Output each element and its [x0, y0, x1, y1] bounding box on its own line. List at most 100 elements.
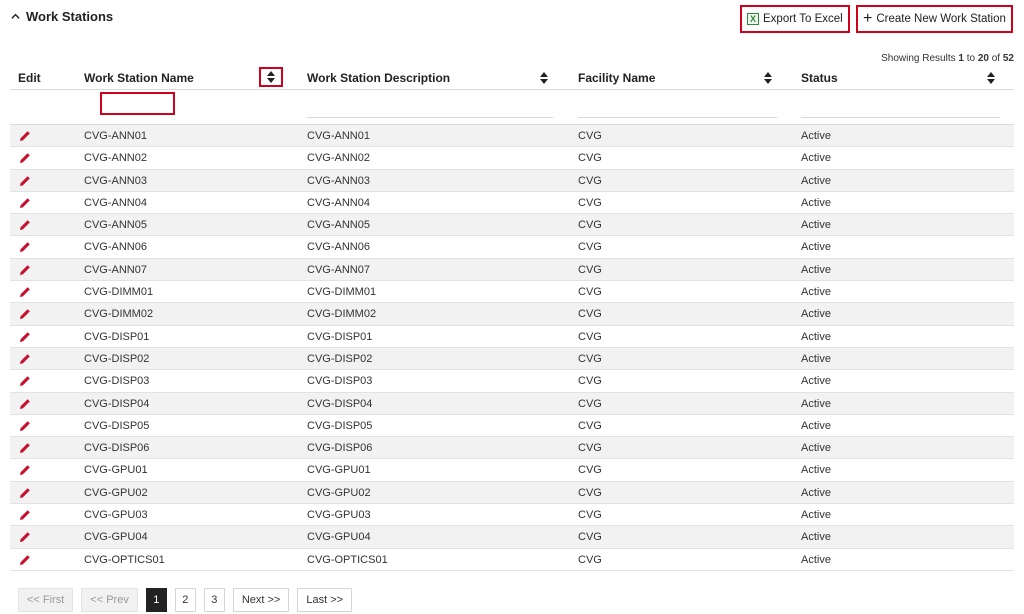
cell-facility: CVG	[578, 553, 602, 566]
column-header-status[interactable]: Status	[801, 71, 838, 85]
table-row: CVG-ANN03 CVG-ANN03 CVG Active	[10, 169, 1014, 192]
cell-facility: CVG	[578, 308, 602, 321]
table-row: CVG-ANN02 CVG-ANN02 CVG Active	[10, 147, 1014, 170]
panel-title: Work Stations	[26, 9, 114, 24]
create-label: Create New Work Station	[876, 13, 1006, 25]
pencil-icon[interactable]	[19, 487, 31, 499]
table-row: CVG-ANN01 CVG-ANN01 CVG Active	[10, 125, 1014, 148]
filter-facility-input[interactable]	[578, 96, 777, 118]
page-1-button[interactable]: 1	[145, 588, 167, 612]
pencil-icon[interactable]	[19, 442, 31, 454]
cell-description: CVG-GPU01	[307, 464, 371, 477]
cell-description: CVG-DISP02	[307, 352, 373, 365]
pencil-icon[interactable]	[19, 219, 31, 231]
cell-name: CVG-DISP06	[84, 442, 150, 455]
cell-name: CVG-ANN01	[84, 130, 147, 142]
pencil-icon[interactable]	[19, 554, 31, 566]
table-row: CVG-DISP04 CVG-DISP04 CVG Active	[10, 392, 1014, 415]
column-header-name[interactable]: Work Station Name	[84, 71, 194, 85]
cell-facility: CVG	[578, 152, 602, 165]
cell-description: CVG-DISP04	[307, 397, 373, 410]
prev-page-button[interactable]: << Prev	[81, 588, 138, 612]
cell-name: CVG-ANN03	[84, 174, 147, 187]
cell-status: Active	[801, 352, 831, 365]
pencil-icon[interactable]	[19, 241, 31, 253]
pencil-icon[interactable]	[19, 152, 31, 164]
results-summary: Showing Results 1 to 20 of 52	[881, 53, 1014, 64]
sort-facility-button[interactable]	[762, 71, 774, 85]
pencil-icon[interactable]	[19, 264, 31, 276]
filter-status-input[interactable]	[801, 96, 1000, 118]
pencil-icon[interactable]	[19, 197, 31, 209]
pencil-icon[interactable]	[19, 375, 31, 387]
cell-status: Active	[801, 241, 831, 254]
table-row: CVG-GPU04 CVG-GPU04 CVG Active	[10, 526, 1014, 549]
cell-facility: CVG	[578, 219, 602, 232]
pencil-icon[interactable]	[19, 175, 31, 187]
plus-icon: +	[863, 9, 873, 27]
cell-description: CVG-GPU02	[307, 486, 371, 499]
filter-row	[10, 90, 1014, 125]
table-row: CVG-ANN05 CVG-ANN05 CVG Active	[10, 214, 1014, 237]
cell-name: CVG-ANN05	[84, 219, 147, 232]
pencil-icon[interactable]	[19, 286, 31, 298]
sort-description-button[interactable]	[538, 71, 550, 85]
pencil-icon[interactable]	[19, 420, 31, 432]
cell-status: Active	[801, 397, 831, 410]
cell-description: CVG-GPU03	[307, 509, 371, 522]
export-to-excel-button[interactable]: X Export To Excel	[740, 5, 850, 33]
cell-facility: CVG	[578, 486, 602, 499]
pencil-icon[interactable]	[19, 130, 31, 142]
table-row: CVG-GPU03 CVG-GPU03 CVG Active	[10, 504, 1014, 527]
pencil-icon[interactable]	[19, 531, 31, 543]
cell-status: Active	[801, 486, 831, 499]
pencil-icon[interactable]	[19, 308, 31, 320]
page-2-button[interactable]: 2	[174, 588, 196, 612]
cell-description: CVG-ANN07	[307, 263, 370, 276]
cell-name: CVG-DISP01	[84, 330, 150, 343]
cell-facility: CVG	[578, 375, 602, 388]
cell-description: CVG-DIMM02	[307, 308, 377, 321]
cell-description: CVG-DISP01	[307, 330, 373, 343]
sort-icon	[540, 72, 548, 84]
cell-name: CVG-OPTICS01	[84, 553, 165, 566]
table-body: CVG-ANN01 CVG-ANN01 CVG Active CVG-ANN02 CVG-…	[10, 125, 1014, 571]
cell-description: CVG-ANN04	[307, 196, 370, 209]
cell-status: Active	[801, 219, 831, 232]
pencil-icon[interactable]	[19, 509, 31, 521]
cell-status: Active	[801, 509, 831, 522]
cell-description: CVG-ANN06	[307, 241, 370, 254]
cell-status: Active	[801, 174, 831, 187]
pencil-icon[interactable]	[19, 331, 31, 343]
cell-status: Active	[801, 419, 831, 432]
sort-name-button[interactable]	[259, 67, 283, 87]
cell-name: CVG-ANN02	[84, 152, 147, 165]
sort-icon	[987, 72, 995, 84]
column-header-facility[interactable]: Facility Name	[578, 71, 655, 85]
first-page-button[interactable]: << First	[18, 588, 74, 612]
filter-name-input[interactable]	[100, 92, 175, 115]
next-page-button[interactable]: Next >>	[232, 588, 290, 612]
column-header-edit: Edit	[18, 71, 41, 85]
sort-status-button[interactable]	[985, 71, 997, 85]
cell-description: CVG-DISP03	[307, 375, 373, 388]
pencil-icon[interactable]	[19, 353, 31, 365]
export-label: Export To Excel	[763, 13, 843, 25]
cell-facility: CVG	[578, 174, 602, 187]
page-3-button[interactable]: 3	[203, 588, 225, 612]
pencil-icon[interactable]	[19, 398, 31, 410]
cell-facility: CVG	[578, 263, 602, 276]
last-page-button[interactable]: Last >>	[297, 588, 353, 612]
pencil-icon[interactable]	[19, 464, 31, 476]
create-work-station-button[interactable]: + Create New Work Station	[856, 5, 1013, 33]
column-header-description[interactable]: Work Station Description	[307, 71, 450, 85]
pagination: << First << Prev 1 2 3 Next >> Last >>	[18, 588, 353, 612]
filter-description-input[interactable]	[307, 96, 553, 118]
collapse-toggle[interactable]: Work Stations	[10, 9, 113, 24]
sort-icon	[267, 71, 275, 83]
cell-description: CVG-ANN05	[307, 219, 370, 232]
cell-status: Active	[801, 330, 831, 343]
table-row: CVG-DISP02 CVG-DISP02 CVG Active	[10, 347, 1014, 371]
cell-status: Active	[801, 263, 831, 276]
cell-name: CVG-DISP04	[84, 397, 150, 410]
